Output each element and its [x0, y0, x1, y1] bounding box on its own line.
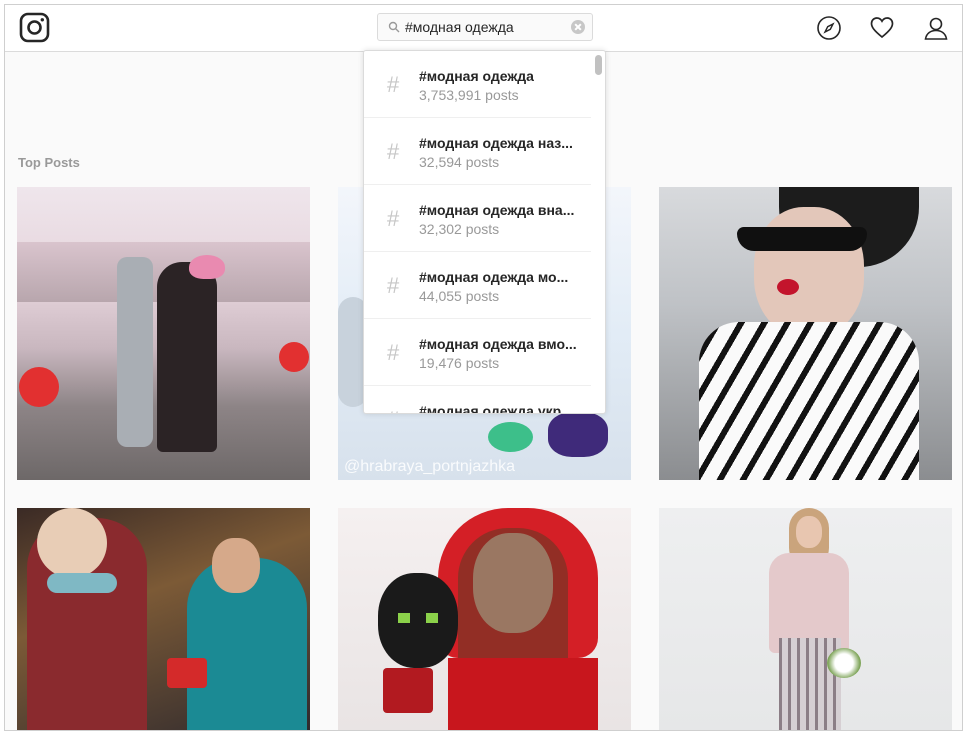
- suggestion-item[interactable]: # #модная одежда 3,753,991 posts: [364, 51, 591, 118]
- post-watermark: @hrabraya_portnjazhka: [344, 458, 516, 475]
- suggestion-tag: #модная одежда вмо...: [419, 336, 577, 352]
- post-thumbnail[interactable]: [338, 508, 631, 730]
- suggestion-tag: #модная одежда: [419, 68, 534, 84]
- blonde-hair: [37, 508, 107, 578]
- face: [796, 516, 822, 548]
- suggestion-item[interactable]: # #модная одежда мо... 44,055 posts: [364, 252, 591, 319]
- top-navigation-bar: [5, 5, 962, 52]
- red-cup: [167, 658, 207, 688]
- user-icon[interactable]: [923, 15, 949, 41]
- suggestion-list: # #модная одежда 3,753,991 posts # #модн…: [364, 51, 591, 414]
- red-top: [448, 658, 598, 730]
- hashtag-icon: #: [387, 206, 400, 231]
- suggestion-post-count: 44,055 posts: [419, 288, 500, 304]
- dropdown-scrollbar[interactable]: [594, 53, 603, 411]
- hashtag-icon: #: [387, 273, 400, 298]
- top-posts-heading: Top Posts: [18, 155, 80, 170]
- post-thumbnail[interactable]: [17, 187, 310, 480]
- suggestion-tag: #модная одежда укр...: [419, 403, 573, 414]
- pink-hat: [189, 255, 225, 279]
- plush-eyes: [398, 613, 438, 623]
- suggestion-tag: #модная одежда мо...: [419, 269, 569, 285]
- suggestion-post-count: 32,594 posts: [419, 154, 500, 170]
- red-cup: [383, 668, 433, 713]
- post-thumbnail[interactable]: [659, 187, 952, 480]
- hashtag-icon: #: [387, 139, 400, 164]
- suggestion-tag: #модная одежда вна...: [419, 202, 575, 218]
- post-thumbnail[interactable]: [659, 508, 952, 730]
- suggestion-post-count: 3,753,991 posts: [419, 87, 519, 103]
- red-lips: [777, 279, 799, 295]
- suggestion-item[interactable]: # #модная одежда вна... 32,302 posts: [364, 185, 591, 252]
- instagram-logo-icon[interactable]: [19, 12, 50, 43]
- suggestion-item[interactable]: # #модная одежда вмо... 19,476 posts: [364, 319, 591, 386]
- hashtag-icon: #: [387, 340, 400, 365]
- search-input[interactable]: [405, 18, 565, 36]
- white-flowers: [827, 648, 861, 678]
- browser-frame: Top Posts @hrabraya_portnjazhka: [4, 4, 963, 731]
- suggestion-tag: #модная одежда наз...: [419, 135, 573, 151]
- search-box[interactable]: [377, 13, 593, 41]
- search-suggestions-dropdown: # #модная одежда 3,753,991 posts # #модн…: [363, 50, 606, 414]
- suggestion-post-count: 32,302 posts: [419, 221, 500, 237]
- butterfly: [548, 412, 608, 457]
- hashtag-icon: #: [387, 407, 399, 413]
- face: [212, 538, 260, 593]
- compass-icon[interactable]: [816, 15, 842, 41]
- post-thumbnail[interactable]: [17, 508, 310, 730]
- binoculars: [117, 257, 153, 447]
- suggestion-item[interactable]: # #модная одежда наз... 32,594 posts: [364, 118, 591, 185]
- person-figure: [157, 262, 217, 452]
- suggestion-post-count: 19,476 posts: [419, 355, 500, 371]
- red-logo: [19, 367, 59, 407]
- fur-collar: [47, 573, 117, 593]
- red-logo: [279, 342, 309, 372]
- butterfly: [488, 422, 533, 452]
- search-icon: [388, 21, 400, 33]
- suggestion-item[interactable]: # #модная одежда укр...: [364, 386, 591, 414]
- scroll-thumb[interactable]: [595, 55, 602, 75]
- heart-icon[interactable]: [869, 15, 895, 41]
- hashtag-icon: #: [387, 72, 400, 97]
- clear-icon[interactable]: [571, 20, 585, 34]
- sunglasses: [737, 227, 867, 251]
- zebra-top: [699, 322, 919, 480]
